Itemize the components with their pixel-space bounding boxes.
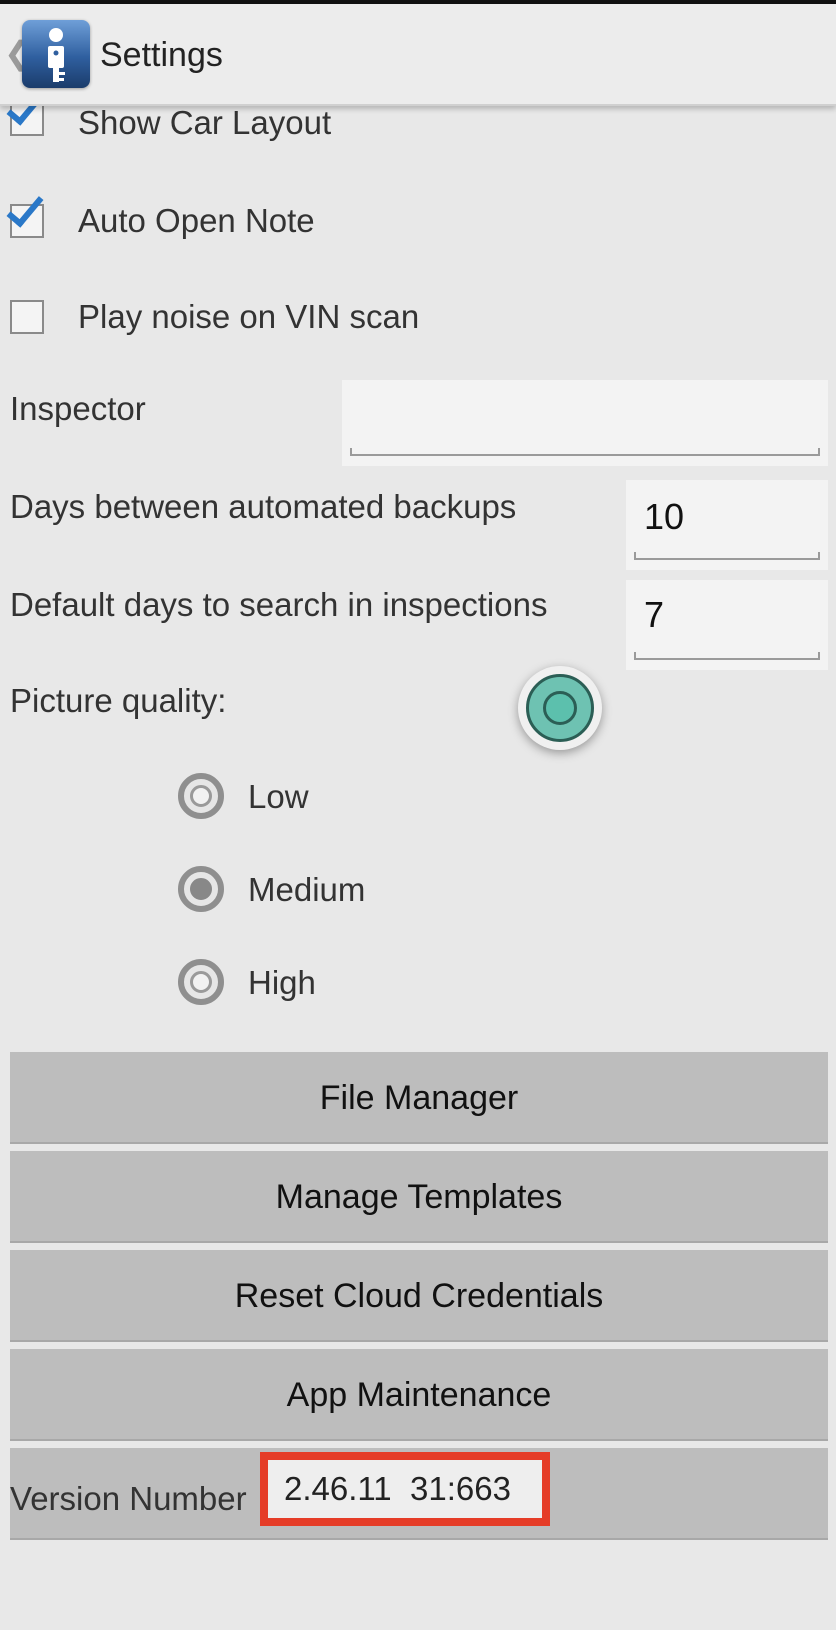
checkbox-label: Play noise on VIN scan bbox=[78, 298, 420, 335]
app-maintenance-button[interactable]: App Maintenance bbox=[10, 1349, 828, 1441]
radio-option-low[interactable]: Low bbox=[176, 766, 576, 826]
manage-templates-button[interactable]: Manage Templates bbox=[10, 1151, 828, 1243]
picture-quality-label: Picture quality: bbox=[10, 682, 227, 719]
checkbox-label: Show Car Layout bbox=[78, 104, 332, 141]
search-days-field[interactable]: 7 bbox=[626, 580, 828, 670]
version-value: 2.46.11 31:663 bbox=[284, 1470, 511, 1507]
backup-days-value: 10 bbox=[644, 496, 685, 537]
app-logo-icon[interactable] bbox=[22, 20, 90, 88]
checkbox-play-noise[interactable]: Play noise on VIN scan bbox=[0, 288, 836, 348]
backup-days-label: Days between automated backups bbox=[10, 488, 517, 525]
checkbox[interactable] bbox=[6, 104, 44, 136]
radio-button[interactable] bbox=[178, 866, 224, 912]
radio-option-medium[interactable]: Medium bbox=[176, 859, 576, 919]
checkbox[interactable] bbox=[10, 300, 44, 334]
checkbox-auto-open-note[interactable]: Auto Open Note bbox=[0, 188, 836, 252]
file-manager-button[interactable]: File Manager bbox=[10, 1052, 828, 1144]
scroll-handle-dot bbox=[543, 691, 577, 725]
checkbox-show-car-layout[interactable]: Show Car Layout bbox=[0, 104, 836, 162]
checkbox-label: Auto Open Note bbox=[78, 202, 315, 239]
scroll-handle-ring bbox=[526, 674, 594, 742]
page-title: Settings bbox=[100, 36, 223, 74]
checkmark-icon bbox=[6, 104, 44, 126]
version-label: Version Number bbox=[10, 1480, 247, 1517]
field-underline bbox=[634, 652, 820, 660]
radio-option-high[interactable]: High bbox=[176, 952, 576, 1012]
fast-scroll-handle[interactable] bbox=[518, 666, 602, 750]
radio-label: Low bbox=[248, 778, 309, 815]
version-highlight-box: 2.46.11 31:663 bbox=[260, 1452, 550, 1526]
radio-label: Medium bbox=[248, 871, 366, 908]
radio-label: High bbox=[248, 964, 316, 1001]
backup-days-field[interactable]: 10 bbox=[626, 480, 828, 570]
checkmark-icon bbox=[6, 188, 44, 228]
action-bar: ❮ Settings bbox=[0, 4, 836, 106]
reset-cloud-credentials-button[interactable]: Reset Cloud Credentials bbox=[10, 1250, 828, 1342]
search-days-label: Default days to search in inspections bbox=[10, 586, 548, 623]
checkbox[interactable] bbox=[6, 188, 44, 238]
radio-button[interactable] bbox=[178, 959, 224, 1005]
radio-dot bbox=[190, 971, 212, 993]
radio-button[interactable] bbox=[178, 773, 224, 819]
radio-dot bbox=[190, 878, 212, 900]
settings-list[interactable]: Show Car Layout Auto Open Note Play nois… bbox=[0, 104, 836, 1630]
field-underline bbox=[350, 448, 820, 456]
field-underline bbox=[634, 552, 820, 560]
inspector-label: Inspector bbox=[10, 390, 146, 427]
radio-dot bbox=[190, 785, 212, 807]
inspector-field[interactable] bbox=[342, 380, 828, 466]
search-days-value: 7 bbox=[644, 594, 665, 635]
